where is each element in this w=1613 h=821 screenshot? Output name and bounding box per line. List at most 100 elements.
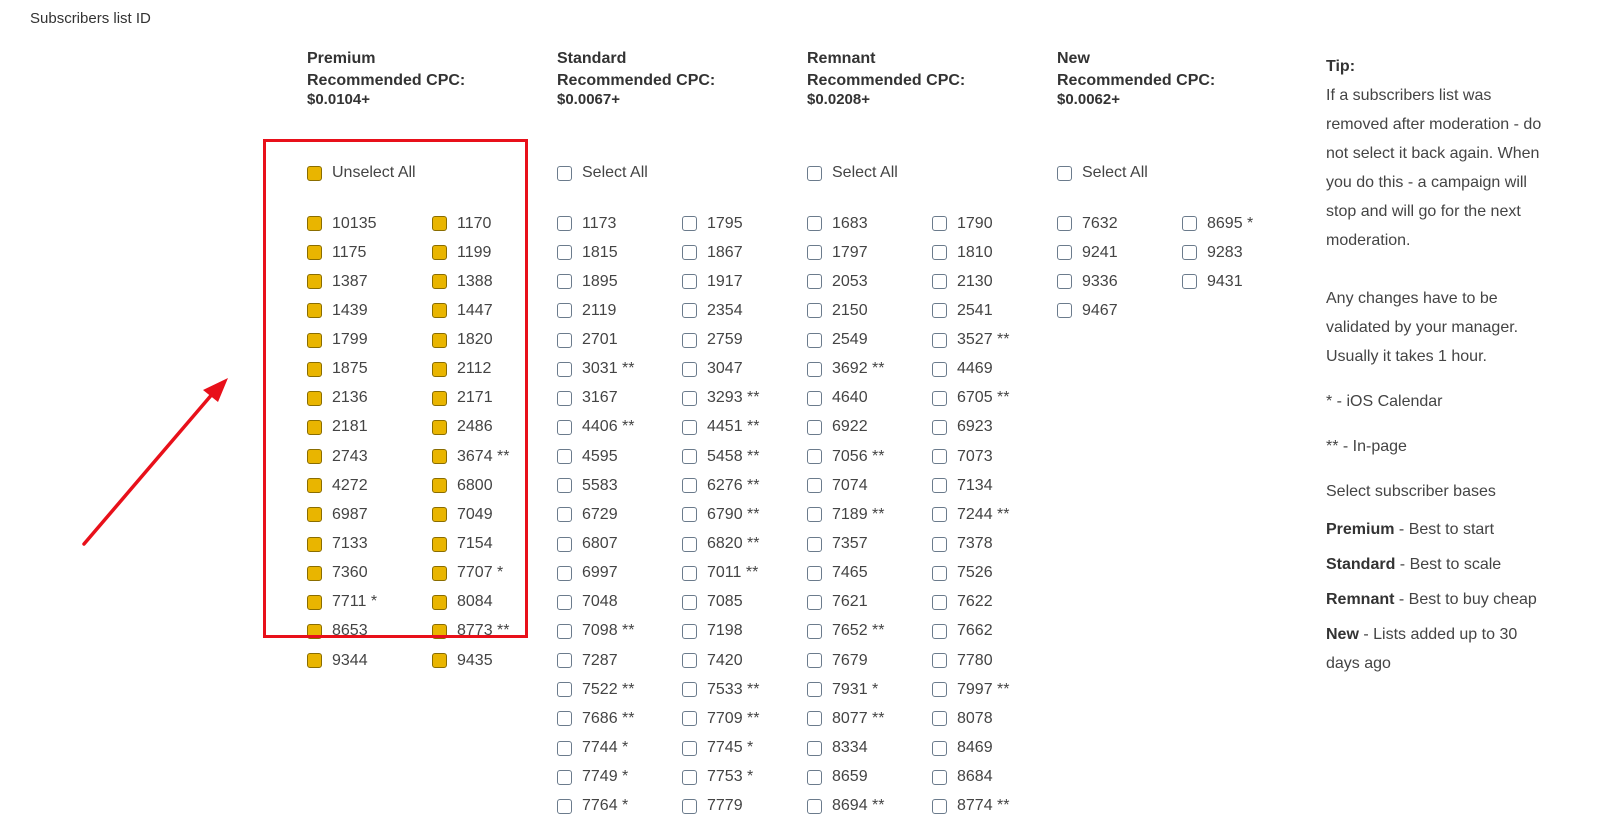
list-item[interactable]: 9336 (1057, 267, 1182, 296)
list-item[interactable]: 7780 (932, 646, 1057, 675)
list-item[interactable]: 7662 (932, 617, 1057, 646)
select-all-checkbox[interactable] (807, 165, 822, 181)
list-checkbox[interactable] (557, 390, 572, 406)
list-item[interactable]: 7745 * (682, 734, 807, 763)
list-checkbox[interactable] (932, 303, 947, 319)
list-item[interactable]: 5458 ** (682, 442, 807, 471)
list-checkbox[interactable] (557, 623, 572, 639)
list-checkbox[interactable] (432, 623, 447, 639)
list-item[interactable]: 7709 ** (682, 704, 807, 733)
list-item[interactable]: 1175 (307, 238, 432, 267)
list-checkbox[interactable] (682, 536, 697, 552)
list-item[interactable]: 6276 ** (682, 471, 807, 500)
list-item[interactable]: 8774 ** (932, 792, 1057, 821)
list-checkbox[interactable] (932, 449, 947, 465)
list-checkbox[interactable] (932, 216, 947, 231)
list-checkbox[interactable] (557, 245, 572, 261)
list-checkbox[interactable] (932, 478, 947, 494)
list-checkbox[interactable] (682, 623, 697, 639)
list-item[interactable]: 7753 * (682, 763, 807, 792)
list-item[interactable]: 1388 (432, 267, 557, 296)
list-checkbox[interactable] (307, 536, 322, 552)
list-item[interactable]: 7357 (807, 530, 932, 559)
list-checkbox[interactable] (1182, 216, 1197, 231)
list-item[interactable]: 1447 (432, 296, 557, 325)
list-checkbox[interactable] (307, 653, 322, 669)
list-item[interactable]: 9241 (1057, 238, 1182, 267)
list-checkbox[interactable] (682, 274, 697, 290)
list-item[interactable]: 7049 (432, 500, 557, 529)
list-item[interactable]: 2759 (682, 326, 807, 355)
list-checkbox[interactable] (557, 332, 572, 348)
list-checkbox[interactable] (682, 507, 697, 523)
list-item[interactable]: 6807 (557, 530, 682, 559)
list-checkbox[interactable] (307, 507, 322, 523)
list-item[interactable]: 7085 (682, 588, 807, 617)
list-checkbox[interactable] (682, 332, 697, 348)
list-checkbox[interactable] (682, 653, 697, 669)
list-item[interactable]: 3031 ** (557, 355, 682, 384)
list-checkbox[interactable] (682, 303, 697, 319)
list-item[interactable]: 3293 ** (682, 384, 807, 413)
list-item[interactable]: 9435 (432, 646, 557, 675)
list-item[interactable]: 7632 (1057, 209, 1182, 238)
list-item[interactable]: 7679 (807, 646, 932, 675)
list-item[interactable]: 2743 (307, 442, 432, 471)
select-all-checkbox[interactable] (1057, 165, 1072, 181)
list-checkbox[interactable] (932, 740, 947, 756)
list-checkbox[interactable] (807, 245, 822, 261)
list-checkbox[interactable] (932, 594, 947, 610)
list-checkbox[interactable] (432, 245, 447, 261)
list-checkbox[interactable] (432, 303, 447, 319)
list-checkbox[interactable] (557, 274, 572, 290)
list-item[interactable]: 2171 (432, 384, 557, 413)
list-checkbox[interactable] (682, 449, 697, 465)
list-checkbox[interactable] (557, 653, 572, 669)
list-checkbox[interactable] (432, 390, 447, 406)
list-checkbox[interactable] (307, 303, 322, 319)
list-item[interactable]: 1199 (432, 238, 557, 267)
list-item[interactable]: 4640 (807, 384, 932, 413)
list-checkbox[interactable] (432, 449, 447, 465)
list-checkbox[interactable] (932, 536, 947, 552)
list-checkbox[interactable] (682, 740, 697, 756)
list-checkbox[interactable] (932, 798, 947, 814)
list-checkbox[interactable] (432, 332, 447, 348)
list-item[interactable]: 8653 (307, 617, 432, 646)
list-item[interactable]: 7056 ** (807, 442, 932, 471)
list-checkbox[interactable] (807, 361, 822, 377)
list-checkbox[interactable] (682, 419, 697, 435)
list-checkbox[interactable] (682, 565, 697, 581)
list-item[interactable]: 7420 (682, 646, 807, 675)
list-item[interactable]: 4595 (557, 442, 682, 471)
list-checkbox[interactable] (682, 390, 697, 406)
list-item[interactable]: 7360 (307, 559, 432, 588)
list-item[interactable]: 7764 * (557, 792, 682, 821)
list-item[interactable]: 7533 ** (682, 675, 807, 704)
list-item[interactable]: 5583 (557, 471, 682, 500)
list-checkbox[interactable] (557, 711, 572, 727)
list-item[interactable]: 9467 (1057, 296, 1182, 325)
select-all-checkbox[interactable] (557, 165, 572, 181)
list-item[interactable]: 6790 ** (682, 500, 807, 529)
list-item[interactable]: 1917 (682, 267, 807, 296)
list-item[interactable]: 1799 (307, 326, 432, 355)
list-checkbox[interactable] (432, 419, 447, 435)
list-item[interactable]: 3047 (682, 355, 807, 384)
list-item[interactable]: 7522 ** (557, 675, 682, 704)
list-checkbox[interactable] (932, 361, 947, 377)
list-checkbox[interactable] (807, 390, 822, 406)
list-checkbox[interactable] (432, 274, 447, 290)
list-item[interactable]: 7707 * (432, 559, 557, 588)
list-item[interactable]: 1439 (307, 296, 432, 325)
list-checkbox[interactable] (1057, 216, 1072, 231)
list-checkbox[interactable] (1057, 274, 1072, 290)
list-checkbox[interactable] (432, 653, 447, 669)
list-item[interactable]: 2119 (557, 296, 682, 325)
list-checkbox[interactable] (932, 245, 947, 261)
list-item[interactable]: 1820 (432, 326, 557, 355)
list-item[interactable]: 2549 (807, 326, 932, 355)
list-item[interactable]: 6820 ** (682, 530, 807, 559)
list-item[interactable]: 2354 (682, 296, 807, 325)
list-checkbox[interactable] (307, 361, 322, 377)
